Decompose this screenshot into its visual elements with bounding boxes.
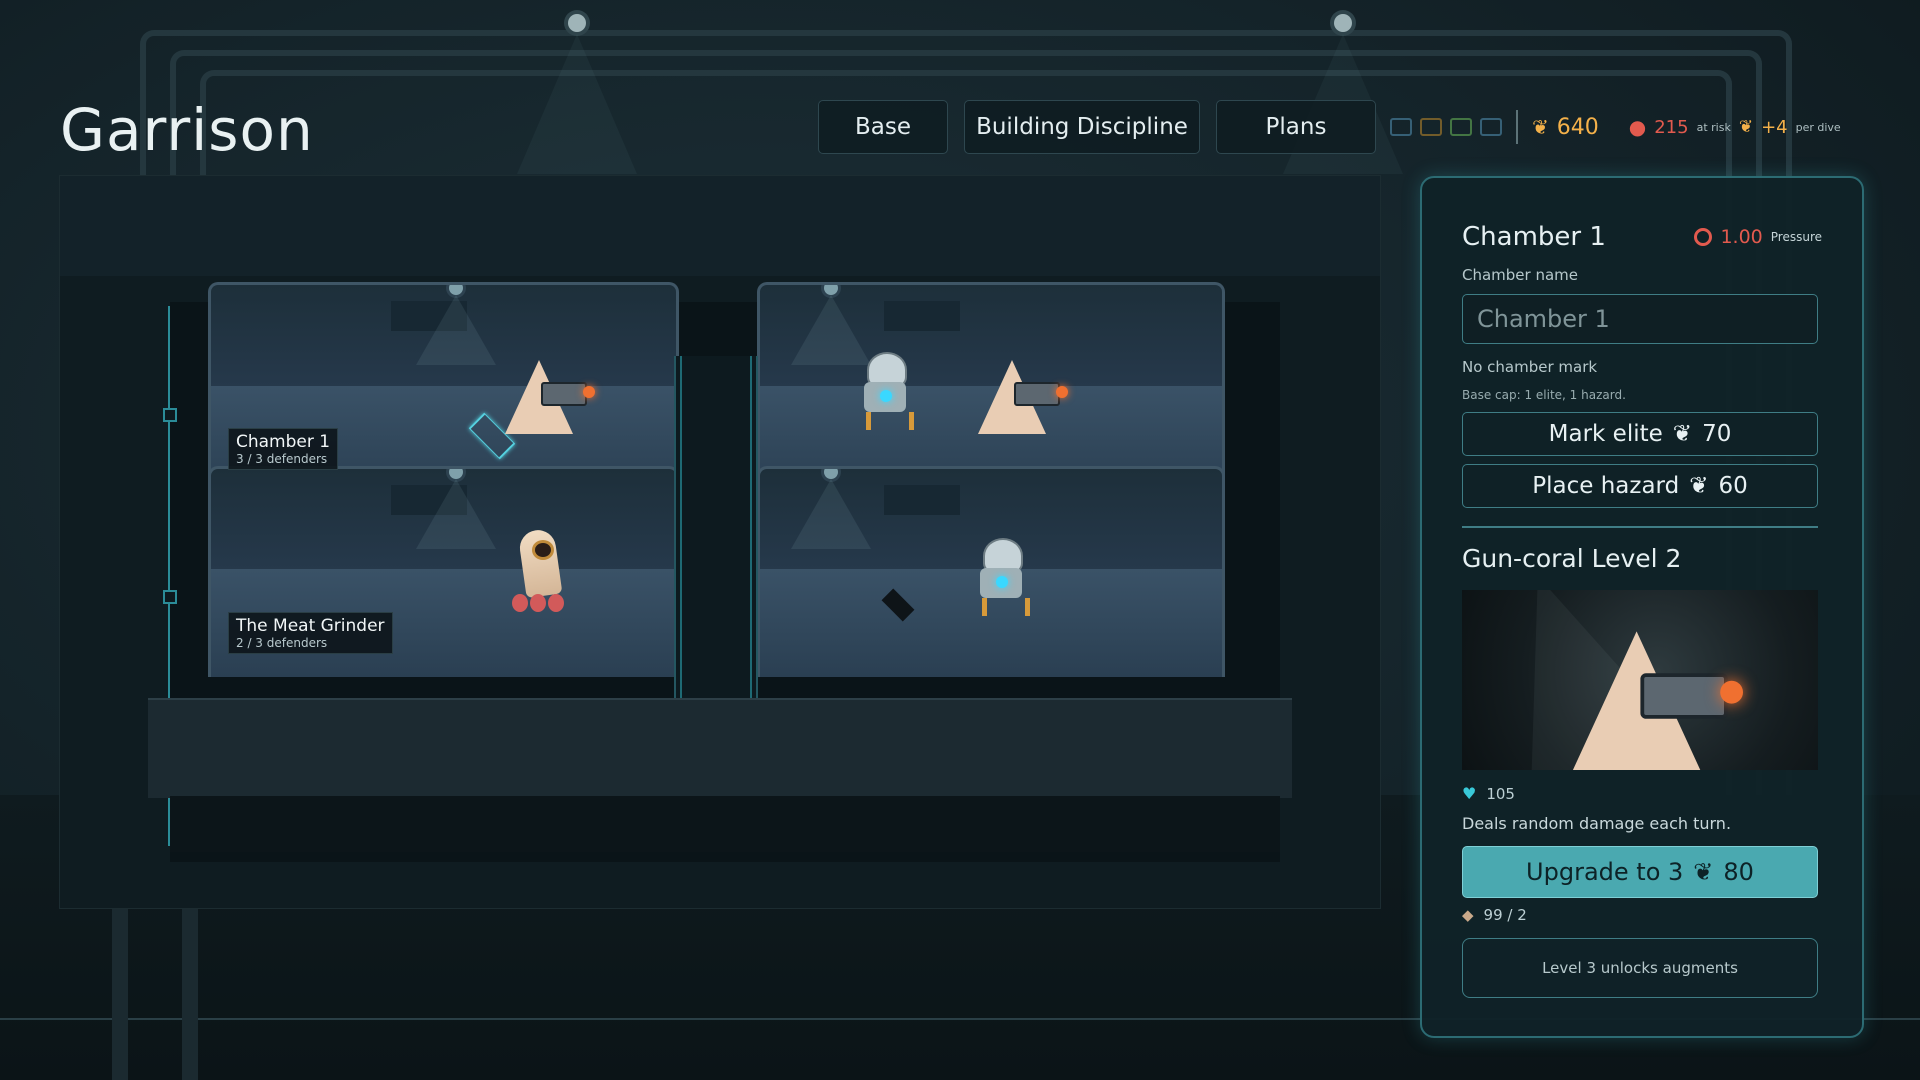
rail-node <box>163 590 177 604</box>
chamber-name-label: Chamber name <box>1462 266 1579 284</box>
at-risk-label: at risk <box>1696 120 1731 134</box>
ceiling-light-icon <box>824 469 838 479</box>
pressure-gauge-icon <box>1694 228 1713 246</box>
chamber-detail-panel: Chamber 1 1.00 Pressure Chamber name No … <box>1420 176 1864 1038</box>
scrap-icon: ❦ <box>1689 473 1709 499</box>
upgrade-button[interactable]: Upgrade to 3 ❦ 80 <box>1462 846 1818 898</box>
upgrade-cost: 80 <box>1723 858 1754 886</box>
platform-base <box>170 796 1280 852</box>
background-pillar <box>182 900 198 1080</box>
lower-platform <box>148 698 1292 798</box>
shaft-guide <box>680 356 682 700</box>
panel-icon[interactable] <box>1390 118 1412 136</box>
mark-elite-cost: 70 <box>1702 421 1732 447</box>
shell-body <box>517 527 563 599</box>
place-hazard-cost: 60 <box>1718 473 1748 499</box>
lamp-beam <box>517 34 637 174</box>
piggy-bank-icon: ● <box>1628 115 1647 139</box>
room-label-meat-grinder[interactable]: The Meat Grinder 2 / 3 defenders <box>228 612 393 654</box>
shell-mouth <box>532 540 554 560</box>
upgrade-label: Upgrade to 3 <box>1526 858 1684 886</box>
robot-legs <box>982 598 1030 616</box>
robot-legs <box>866 412 914 430</box>
card-icon[interactable] <box>1480 118 1502 136</box>
gun-coral-unit[interactable] <box>978 354 1068 434</box>
room-defenders: 3 / 3 defenders <box>236 452 328 466</box>
chamber-mark-status: No chamber mark <box>1462 358 1598 376</box>
unit-description: Deals random damage each turn. <box>1462 814 1732 833</box>
unit-title: Gun-coral Level 2 <box>1462 544 1682 573</box>
light-beam <box>416 479 496 549</box>
tab-building-discipline[interactable]: Building Discipline <box>964 100 1200 154</box>
place-hazard-label: Place hazard <box>1532 473 1680 499</box>
robot-eye <box>880 390 892 402</box>
rail-node <box>163 408 177 422</box>
pressure-indicator: 1.00 Pressure <box>1694 226 1822 248</box>
augment-unlock-note: Level 3 unlocks augments <box>1462 938 1818 998</box>
room-defenders: 2 / 3 defenders <box>236 636 328 650</box>
resource-bar: ❦ 640 ● 215 at risk ❦ +4 per dive <box>1390 108 1841 146</box>
ceiling-light-icon <box>824 285 838 295</box>
place-hazard-button[interactable]: Place hazard ❦ 60 <box>1462 464 1818 508</box>
ceiling-lamp-icon <box>1334 14 1352 32</box>
ceiling-lamp-icon <box>568 14 586 32</box>
crate-icon[interactable] <box>1420 118 1442 136</box>
room-label-chamber-1[interactable]: Chamber 1 3 / 3 defenders <box>228 428 339 470</box>
material-icon: ◆ <box>1462 906 1474 924</box>
scrap-count: 640 <box>1556 114 1599 140</box>
diver-robot-unit[interactable] <box>858 352 914 432</box>
chamber-name-input[interactable] <box>1462 294 1818 344</box>
shell-feet <box>512 594 568 616</box>
light-beam <box>791 479 871 549</box>
tab-plans[interactable]: Plans <box>1216 100 1376 154</box>
scrap-icon: ❦ <box>1672 421 1693 447</box>
light-beam <box>416 295 496 365</box>
panel-divider <box>1462 526 1818 528</box>
scrap-icon: ❦ <box>1693 858 1714 886</box>
diver-robot-unit[interactable] <box>974 538 1030 618</box>
resource-divider <box>1516 110 1518 144</box>
background-pillar <box>112 900 128 1080</box>
health-value: 105 <box>1486 784 1515 803</box>
heart-icon: ♥ <box>1462 784 1477 803</box>
shell-cannon-unit[interactable] <box>510 527 570 620</box>
scrap-icon: ❦ <box>1738 117 1754 137</box>
warning-box-icon[interactable] <box>1450 118 1472 136</box>
per-dive-count: +4 <box>1761 116 1788 138</box>
ceiling-light-icon <box>449 469 463 479</box>
ceiling-light-icon <box>449 285 463 295</box>
base-ceiling <box>60 176 1380 276</box>
room-name: The Meat Grinder <box>236 616 385 636</box>
coral-gun <box>541 382 595 406</box>
elevator-shaft <box>674 356 758 700</box>
per-dive-label: per dive <box>1795 120 1841 134</box>
room-window <box>884 301 960 331</box>
material-requirement: ◆ 99 / 2 <box>1462 906 1527 924</box>
mark-elite-label: Mark elite <box>1548 421 1663 447</box>
base-view: Chamber 1 3 / 3 defenders The Meat Grind… <box>60 176 1380 908</box>
panel-title: Chamber 1 <box>1462 222 1606 252</box>
page-title: Garrison <box>60 96 314 164</box>
pressure-label: Pressure <box>1770 230 1822 244</box>
unit-portrait <box>1462 590 1818 770</box>
pressure-value: 1.00 <box>1720 226 1763 248</box>
tab-base[interactable]: Base <box>818 100 948 154</box>
coral-gun <box>1014 382 1068 406</box>
mark-elite-button[interactable]: Mark elite ❦ 70 <box>1462 412 1818 456</box>
shaft-guide <box>750 356 752 700</box>
scrap-icon: ❦ <box>1532 115 1549 139</box>
health-stat: ♥ 105 <box>1462 784 1515 803</box>
base-cap-note: Base cap: 1 elite, 1 hazard. <box>1462 388 1626 402</box>
room-window <box>884 485 960 515</box>
robot-eye <box>996 576 1008 588</box>
room-name: Chamber 1 <box>236 432 331 452</box>
gun-coral-portrait-icon <box>1572 620 1744 770</box>
at-risk-count: 215 <box>1654 116 1689 138</box>
gun-coral-unit[interactable] <box>505 354 595 434</box>
material-value: 99 / 2 <box>1483 906 1527 924</box>
coral-gun <box>1640 673 1744 719</box>
